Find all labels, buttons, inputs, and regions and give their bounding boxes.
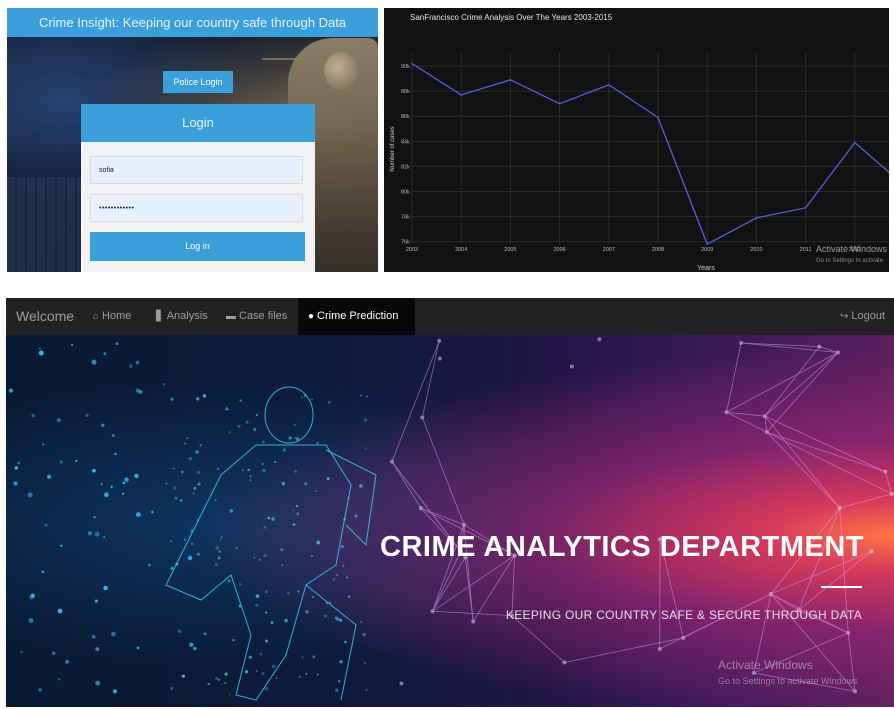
y-tick-label: 80k	[401, 190, 410, 196]
nav-case-files[interactable]: ▬ Case files	[226, 298, 287, 335]
windows-watermark-hint: Go to Settings to activate	[816, 258, 884, 264]
data-point	[755, 217, 758, 219]
crime-line-chart: SanFrancisco Crime Analysis Over The Yea…	[390, 13, 889, 272]
login-card-title: Login	[81, 104, 315, 142]
hero-subtitle: KEEPING OUR COUNTRY SAFE & SECURE THROUG…	[505, 608, 862, 622]
x-tick-label: 2009	[701, 247, 713, 253]
login-card: Login sofia •••••••••••• Log in	[81, 104, 315, 272]
navbar-brand[interactable]: Welcome	[16, 298, 74, 335]
x-tick-label: 2005	[504, 247, 516, 253]
login-button[interactable]: Log in	[90, 232, 305, 261]
nav-crime-prediction[interactable]: ● Crime Prediction	[298, 298, 415, 335]
data-point	[558, 102, 561, 105]
x-tick-label: 2007	[603, 247, 615, 253]
network-lines	[389, 337, 894, 694]
nav-home[interactable]: ⌂ Home	[93, 298, 131, 335]
x-tick-label: 2003	[406, 247, 418, 253]
nav-home-label: Home	[102, 310, 132, 322]
data-point	[411, 62, 413, 65]
hero-divider	[821, 586, 862, 588]
data-point	[804, 207, 807, 209]
nav-logout[interactable]: ↪ Logout	[840, 298, 885, 335]
x-tick-label: 2004	[455, 247, 467, 253]
login-page-title: Crime Insight: Keeping our country safe …	[7, 8, 378, 37]
home-icon: ⌂	[93, 311, 100, 322]
folder-open-icon: ▬	[226, 311, 236, 322]
y-tick-label: 78k	[401, 215, 410, 221]
crime-chart-screenshot: SanFrancisco Crime Analysis Over The Yea…	[384, 8, 889, 272]
x-tick-label: 2008	[652, 247, 664, 253]
chart-grid	[411, 52, 889, 244]
top-navbar: Welcome ⌂ Home ▋ Analysis ▬ Case files ● Cri…	[6, 298, 894, 335]
data-point	[657, 116, 659, 119]
x-tick-label: 2010	[750, 247, 762, 253]
x-axis-label: Years	[697, 265, 715, 272]
data-point	[854, 141, 856, 144]
nav-case-files-label: Case files	[239, 310, 288, 322]
police-login-tab[interactable]: Police Login	[163, 71, 233, 93]
nav-crime-prediction-label: Crime Prediction	[317, 310, 399, 322]
username-field[interactable]: sofia	[90, 156, 303, 184]
y-tick-label: 84k	[401, 139, 410, 145]
logout-icon: ↪	[840, 311, 849, 322]
justice-statue-head	[324, 52, 358, 90]
crime-analytics-website: Welcome ⌂ Home ▋ Analysis ▬ Case files ● Cri…	[6, 298, 894, 707]
chart-title: SanFrancisco Crime Analysis Over The Yea…	[410, 13, 613, 22]
nav-analysis-label: Analysis	[166, 310, 208, 322]
data-point	[460, 94, 462, 96]
globe-icon: ●	[308, 311, 315, 322]
nav-logout-label: Logout	[851, 310, 886, 322]
windows-watermark: Activate Windows	[816, 244, 888, 254]
chart-series	[411, 62, 889, 246]
nav-analysis[interactable]: ▋ Analysis	[156, 298, 208, 335]
hero-title: CRIME ANALYTICS DEPARTMENT	[380, 531, 864, 563]
scales-of-justice	[262, 58, 322, 60]
bar-chart-icon: ▋	[156, 311, 164, 322]
y-tick-label: 82k	[401, 164, 410, 170]
keyboard-background	[7, 177, 87, 272]
windows-watermark: Activate Windows	[718, 658, 813, 672]
y-tick-label: 76k	[401, 240, 410, 246]
hero-network-graphic	[8, 337, 894, 701]
y-tick-label: 90k	[401, 64, 410, 70]
x-tick-label: 2006	[553, 247, 565, 253]
login-screenshot: Crime Insight: Keeping our country safe …	[7, 8, 378, 272]
data-point	[509, 79, 512, 81]
data-point	[706, 243, 708, 246]
y-tick-label: 86k	[401, 114, 410, 120]
y-tick-label: 88k	[401, 89, 410, 95]
crime-count-line	[411, 62, 889, 246]
windows-watermark-hint: Go to Settings to activate Windows	[718, 676, 858, 686]
x-tick-label: 2011	[800, 247, 812, 253]
password-field[interactable]: ••••••••••••	[90, 194, 303, 222]
data-point	[608, 84, 610, 86]
particle-field	[8, 342, 200, 694]
y-axis-label: Number of cases	[390, 126, 396, 171]
